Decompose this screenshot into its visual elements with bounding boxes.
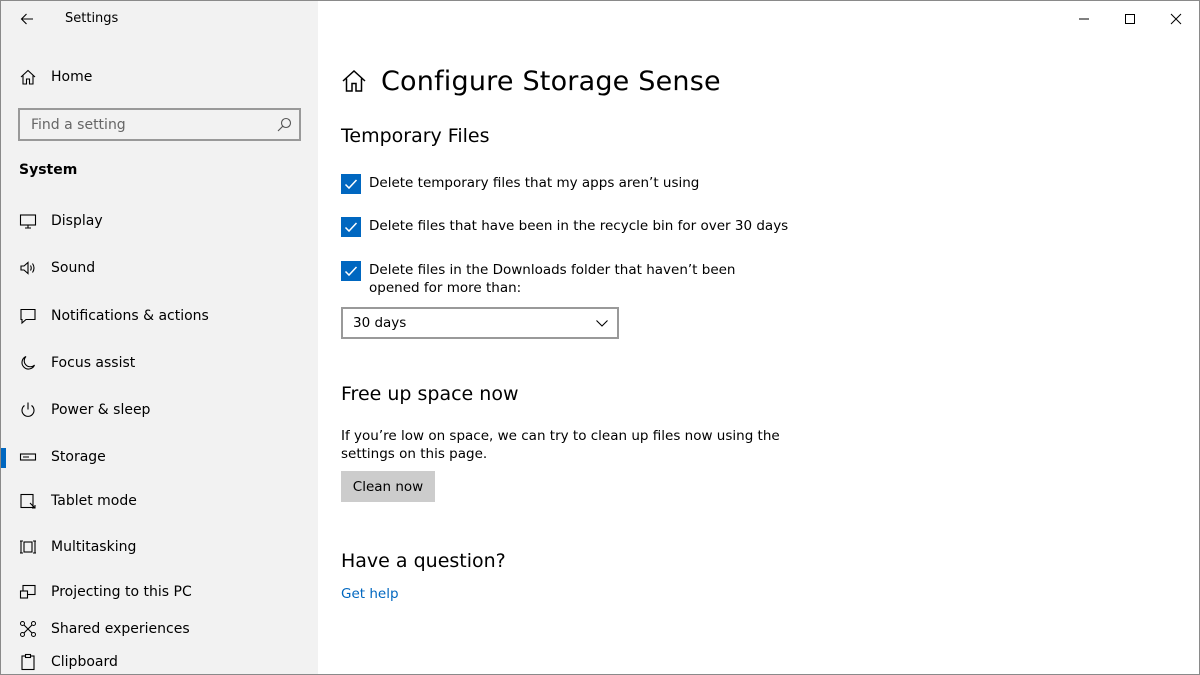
sidebar-item-projecting[interactable]: Projecting to this PC: [1, 573, 318, 611]
checkbox-label: Delete files in the Downloads folder tha…: [369, 262, 736, 296]
search-box: [18, 108, 301, 141]
window-controls: [1061, 1, 1199, 37]
delete-downloads-checkbox[interactable]: [341, 261, 361, 281]
delete-recycle-bin-checkbox[interactable]: [341, 217, 361, 237]
dropdown-value: 30 days: [353, 315, 407, 331]
temporary-files-heading: Temporary Files: [341, 125, 490, 147]
storage-icon: [18, 447, 38, 467]
delete-recycle-bin-option[interactable]: Delete files that have been in the recyc…: [341, 217, 801, 237]
sidebar-section-title: System: [19, 162, 78, 178]
sidebar-item-sound[interactable]: Sound: [1, 249, 318, 287]
sidebar-item-power-sleep[interactable]: Power & sleep: [1, 391, 318, 429]
back-arrow-icon: [20, 13, 33, 25]
maximize-button[interactable]: [1107, 1, 1153, 37]
maximize-icon: [1125, 14, 1135, 24]
page-title: Configure Storage Sense: [381, 65, 721, 97]
speaker-icon: [18, 258, 38, 278]
close-icon: [1170, 13, 1182, 25]
chevron-down-icon: [596, 320, 608, 327]
page-header: Configure Storage Sense: [340, 61, 721, 101]
get-help-link[interactable]: Get help: [341, 586, 399, 602]
home-label: Home: [51, 69, 93, 85]
main-content: Configure Storage Sense Temporary Files …: [318, 1, 1199, 674]
checkbox-label: Delete temporary files that my apps aren…: [369, 175, 700, 191]
settings-window: Settings Home System Display Sound: [0, 0, 1200, 675]
sidebar-item-label: Multitasking: [51, 539, 137, 555]
tablet-icon: [18, 491, 38, 511]
sidebar-item-label: Power & sleep: [51, 402, 151, 418]
sidebar-item-label: Notifications & actions: [51, 308, 209, 324]
delete-temp-files-checkbox[interactable]: [341, 174, 361, 194]
sidebar-item-label: Sound: [51, 260, 96, 276]
sidebar-item-clipboard[interactable]: Clipboard: [1, 643, 318, 674]
home-icon: [342, 69, 366, 92]
downloads-age-dropdown[interactable]: 30 days: [341, 307, 619, 339]
clipboard-icon: [18, 652, 38, 672]
notification-icon: [18, 306, 38, 326]
search-icon[interactable]: [276, 116, 293, 133]
sidebar-item-notifications[interactable]: Notifications & actions: [1, 297, 318, 335]
minimize-button[interactable]: [1061, 1, 1107, 37]
sidebar-item-tablet-mode[interactable]: Tablet mode: [1, 482, 318, 520]
power-icon: [18, 400, 38, 420]
sidebar-item-label: Shared experiences: [51, 621, 190, 637]
sidebar-item-storage[interactable]: Storage: [1, 438, 318, 476]
sidebar-item-label: Tablet mode: [51, 493, 137, 509]
sidebar-item-label: Clipboard: [51, 654, 118, 670]
close-button[interactable]: [1153, 1, 1199, 37]
sidebar-item-home[interactable]: Home: [1, 61, 318, 93]
delete-downloads-option[interactable]: Delete files in the Downloads folder tha…: [341, 261, 801, 297]
title-bar: Settings: [1, 1, 318, 37]
shared-icon: [18, 619, 38, 639]
checkmark-icon: [344, 222, 358, 233]
back-button[interactable]: [15, 7, 39, 31]
free-up-space-description: If you’re low on space, we can try to cl…: [341, 428, 780, 462]
delete-temp-files-option[interactable]: Delete temporary files that my apps aren…: [341, 174, 801, 194]
sidebar-item-focus-assist[interactable]: Focus assist: [1, 344, 318, 382]
moon-icon: [18, 353, 38, 373]
sidebar-item-multitasking[interactable]: Multitasking: [1, 528, 318, 566]
app-title: Settings: [65, 11, 119, 26]
sidebar-item-label: Projecting to this PC: [51, 584, 192, 600]
home-icon: [18, 67, 38, 87]
sidebar-item-label: Storage: [51, 449, 106, 465]
monitor-icon: [18, 211, 38, 231]
free-up-space-heading: Free up space now: [341, 383, 519, 405]
sidebar-item-display[interactable]: Display: [1, 202, 318, 240]
multitasking-icon: [18, 537, 38, 557]
checkmark-icon: [344, 266, 358, 277]
sidebar-item-label: Display: [51, 213, 103, 229]
checkmark-icon: [344, 179, 358, 190]
clean-now-button[interactable]: Clean now: [341, 471, 435, 502]
minimize-icon: [1079, 18, 1089, 20]
search-input[interactable]: [20, 110, 270, 139]
have-a-question-heading: Have a question?: [341, 550, 506, 572]
sidebar: Settings Home System Display Sound: [1, 1, 318, 674]
checkbox-label: Delete files that have been in the recyc…: [369, 218, 789, 234]
projecting-icon: [18, 582, 38, 602]
sidebar-item-label: Focus assist: [51, 355, 136, 371]
